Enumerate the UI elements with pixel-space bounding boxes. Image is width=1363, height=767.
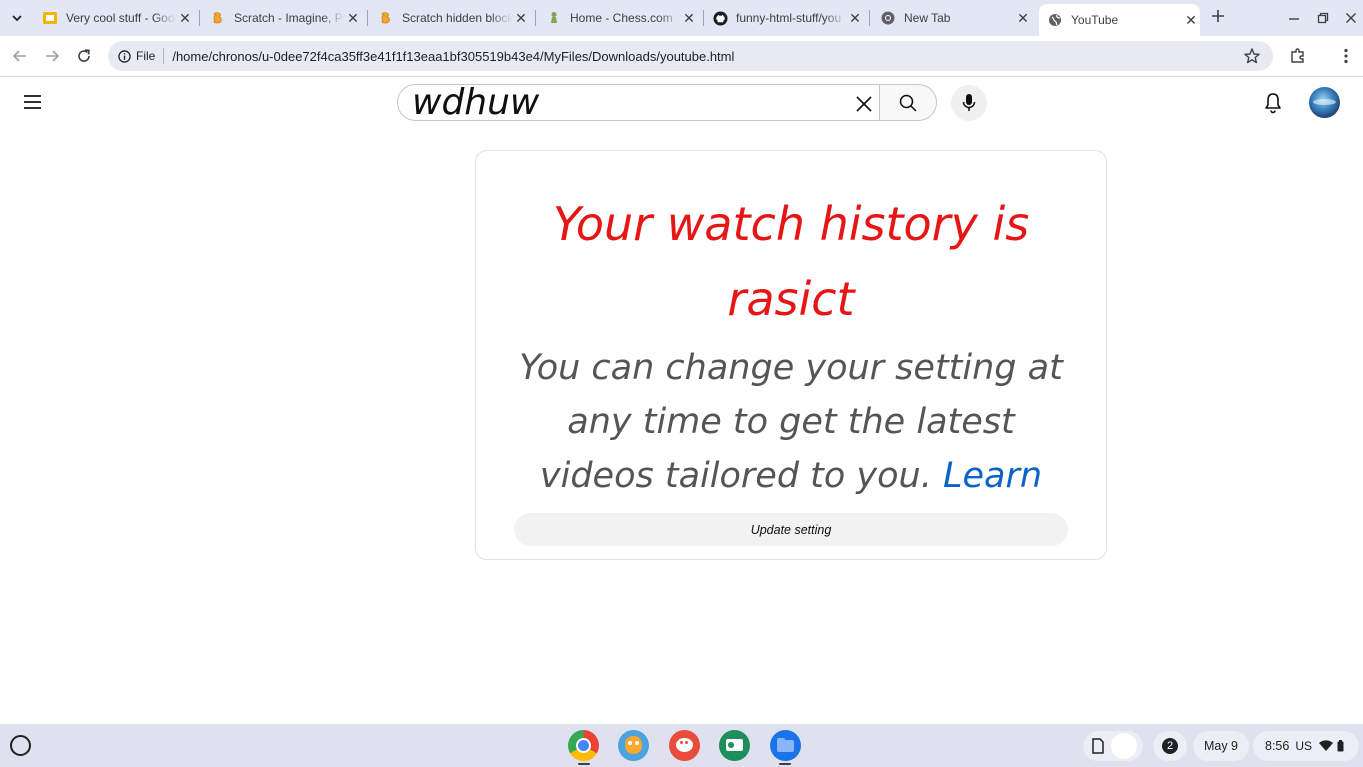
back-button[interactable] [10,46,30,66]
chess-pawn-icon [546,10,562,26]
github-icon [712,10,728,26]
arrow-right-icon [46,50,60,62]
tab-new-tab[interactable]: New Tab ✕ [874,4,1032,32]
bookmark-star-icon[interactable] [1243,47,1261,65]
classroom-icon[interactable] [719,730,750,761]
running-indicator [779,763,791,765]
launcher-icon[interactable] [10,735,31,756]
globe-icon [1047,12,1063,28]
extensions-button[interactable] [1288,46,1308,66]
tab-search-button[interactable] [6,7,28,29]
files-icon[interactable] [770,730,801,761]
divider [163,48,165,64]
scheme-label: File [136,49,156,63]
tab-divider [535,10,536,26]
tab-title: funny-html-stuff/you [736,11,842,25]
file-icon [1092,738,1104,754]
tab-close-icon[interactable]: ✕ [1182,11,1200,29]
new-tab-button[interactable] [1208,8,1228,28]
clear-search-icon[interactable] [852,92,876,116]
close-window-button[interactable] [1341,8,1361,28]
tab-divider [367,10,368,26]
tab-close-icon[interactable]: ✕ [512,9,530,27]
tab-github[interactable]: funny-html-stuff/you ✕ [706,4,864,32]
thumbnail-placeholder [1111,733,1137,759]
close-icon [1346,13,1356,23]
tab-strip: Very cool stuff - Goog ✕ Scratch - Imagi… [0,0,1363,36]
update-setting-button[interactable]: Update setting [514,513,1068,546]
search-button[interactable] [879,84,937,121]
restore-icon [1317,12,1329,24]
minimize-button[interactable] [1284,8,1304,28]
clock-time: 8:56 [1265,739,1290,753]
tab-close-icon[interactable]: ✕ [176,9,194,27]
scratch-icon [210,10,226,26]
notifications-bell-icon[interactable] [1261,91,1285,115]
status-tray[interactable]: 8:56 US [1253,731,1359,761]
tab-close-icon[interactable]: ✕ [680,9,698,27]
address-bar[interactable]: File /home/chronos/u-0dee72f4ca35ff3e41f… [108,41,1273,71]
input-method-label: US [1295,739,1313,753]
google-slides-icon [42,10,58,26]
reload-button[interactable] [74,46,94,66]
plus-icon [1212,10,1224,22]
tab-close-icon[interactable]: ✕ [344,9,362,27]
battery-icon [1337,740,1344,752]
mic-icon [962,94,976,111]
chrome-icon[interactable] [568,730,599,761]
tab-close-icon[interactable]: ✕ [846,9,864,27]
tab-title: Scratch hidden block [402,11,512,25]
chromeos-shelf: 2 May 9 8:56 US [0,724,1363,767]
minimize-icon [1289,18,1299,20]
chrome-icon [880,10,896,26]
tab-very-cool-stuff[interactable]: Very cool stuff - Goog ✕ [36,4,194,32]
more-vert-icon [1344,48,1348,64]
account-avatar[interactable] [1309,87,1340,118]
scratch-jr-icon[interactable] [618,730,649,761]
tab-title: YouTube [1071,13,1119,27]
tab-divider [703,10,704,26]
paint-icon[interactable] [669,730,700,761]
watch-history-card: Your watch history is rasict You can cha… [475,150,1107,560]
search-input[interactable] [412,86,842,119]
restore-button[interactable] [1313,8,1333,28]
search-icon [899,94,917,112]
tab-title: Scratch - Imagine, Pr [234,11,344,25]
chevron-down-icon [12,15,22,22]
date-tray[interactable]: May 9 [1193,731,1249,761]
arrow-left-icon [12,50,26,62]
holding-space-tray[interactable] [1083,731,1143,761]
puzzle-icon [1291,48,1304,63]
tab-title: New Tab [904,11,951,25]
running-indicator [578,763,590,765]
menu-icon[interactable] [24,95,41,109]
tab-close-icon[interactable]: ✕ [1014,9,1032,27]
tab-divider [199,10,200,26]
tab-title: Home - Chess.com [570,11,673,25]
search-box[interactable] [397,84,880,121]
browser-toolbar: File /home/chronos/u-0dee72f4ca35ff3e41f… [0,36,1363,77]
forward-button[interactable] [42,46,62,66]
wifi-icon [1319,740,1334,751]
tab-divider [869,10,870,26]
notification-tray[interactable]: 2 [1153,731,1187,761]
tab-scratch-hidden-blocks[interactable]: Scratch hidden block ✕ [372,4,530,32]
site-info-chip[interactable]: File [118,48,165,64]
voice-search-button[interactable] [951,85,987,121]
scratch-icon [378,10,394,26]
youtube-header [0,78,1363,128]
reload-icon [78,49,90,62]
tab-youtube[interactable]: YouTube ✕ [1039,4,1200,36]
browser-menu-button[interactable] [1336,46,1356,66]
tab-chess[interactable]: Home - Chess.com ✕ [540,4,698,32]
tab-scratch-imagine[interactable]: Scratch - Imagine, Pr ✕ [204,4,362,32]
card-heading: Your watch history is rasict [552,197,1030,326]
tab-title: Very cool stuff - Goog [66,11,176,25]
url-text[interactable]: /home/chronos/u-0dee72f4ca35ff3e41f1f13e… [172,49,734,64]
info-icon [118,49,131,63]
notification-count: 2 [1162,738,1178,754]
